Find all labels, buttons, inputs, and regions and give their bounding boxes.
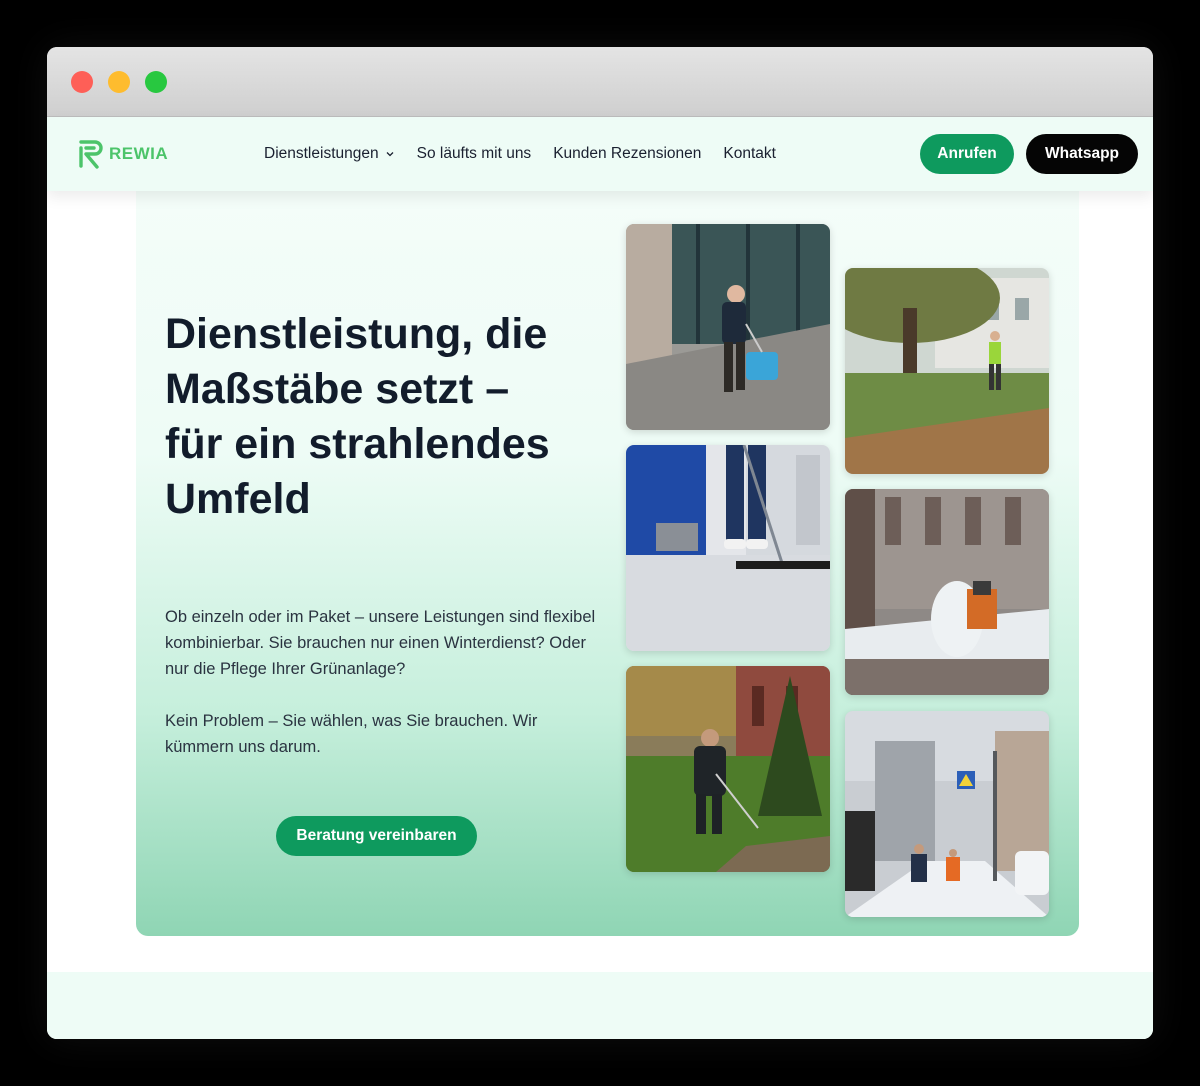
- snowy-street-photo: [845, 711, 1049, 917]
- logo-mark-icon: [79, 140, 103, 169]
- nav-item-label: So läufts mit uns: [416, 145, 532, 162]
- hero-title: Dienstleistung, die Maßstäbe setzt – für…: [165, 310, 550, 523]
- minimize-window-button[interactable]: [108, 71, 130, 93]
- leaf-blower-photo: [845, 268, 1049, 474]
- hero-paragraph: Kein Problem – Sie wählen, was Sie brauc…: [165, 712, 538, 756]
- maximize-window-button[interactable]: [145, 71, 167, 93]
- nav-item-label: Dienstleistungen: [264, 145, 379, 162]
- close-window-button[interactable]: [71, 71, 93, 93]
- hero-description: Ob einzeln oder im Paket – unsere Leistu…: [165, 604, 605, 760]
- nav-item-kunden-rezensionen[interactable]: Kunden Rezensionen: [553, 145, 701, 163]
- nav-item-dienstleistungen[interactable]: Dienstleistungen: [264, 145, 395, 163]
- call-button[interactable]: Anrufen: [920, 134, 1014, 174]
- logo-text: REWIA: [109, 144, 169, 163]
- hero-paragraph: Ob einzeln oder im Paket – unsere Leistu…: [165, 608, 596, 678]
- snow-plow-photo: [845, 489, 1049, 695]
- chevron-down-icon: [386, 152, 394, 157]
- nav-item-label: Kontakt: [723, 145, 776, 162]
- web-page: REWIA Dienstleistungen So läufts mit uns…: [47, 117, 1153, 1039]
- book-consultation-button[interactable]: Beratung vereinbaren: [276, 816, 477, 856]
- next-section-band: [47, 972, 1153, 1039]
- nav-item-so-laeufts[interactable]: So läufts mit uns: [417, 145, 532, 163]
- browser-window: REWIA Dienstleistungen So läufts mit uns…: [47, 47, 1153, 1039]
- cleaning-worker-photo: [626, 224, 830, 430]
- hedge-trimming-photo: [626, 666, 830, 872]
- site-navbar: REWIA Dienstleistungen So läufts mit uns…: [47, 117, 1153, 191]
- floor-mopping-photo: [626, 445, 830, 651]
- title-bar: [47, 47, 1153, 117]
- whatsapp-button[interactable]: Whatsapp: [1026, 134, 1138, 174]
- nav-item-kontakt[interactable]: Kontakt: [723, 145, 776, 163]
- main-navigation: Dienstleistungen So läufts mit uns Kunde…: [264, 117, 776, 191]
- nav-item-label: Kunden Rezensionen: [553, 145, 702, 162]
- site-logo[interactable]: REWIA: [77, 137, 168, 171]
